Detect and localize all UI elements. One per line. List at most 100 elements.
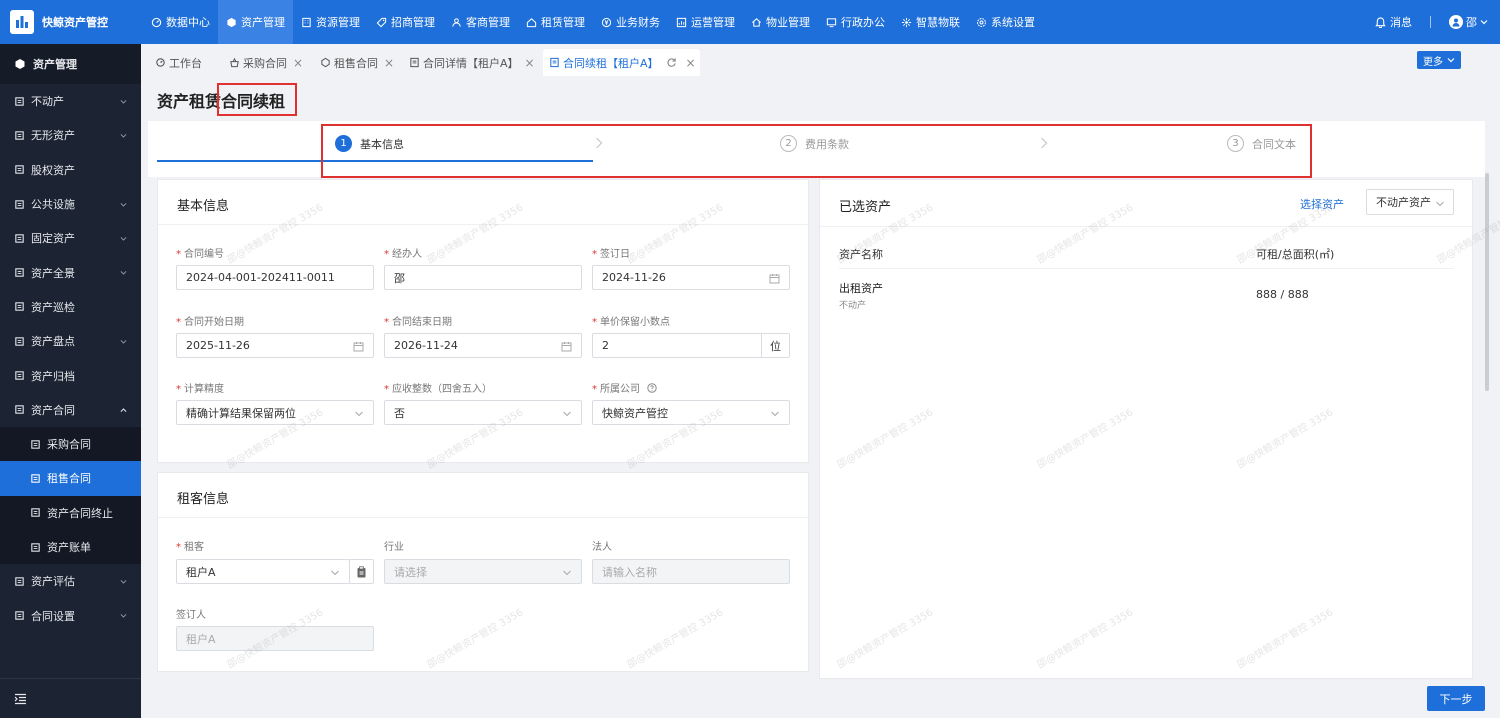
rounding-select[interactable]: 否 xyxy=(384,400,582,425)
nav-item-1[interactable]: 资产管理 xyxy=(218,0,293,44)
nav-item-0[interactable]: 数据中心 xyxy=(143,0,218,44)
messages-link[interactable]: 消息 xyxy=(1390,14,1412,30)
sidebar-item[interactable]: 固定资产 xyxy=(0,221,141,255)
sidebar-item-label: 资产归档 xyxy=(31,369,75,383)
scrollbar[interactable] xyxy=(1485,173,1489,391)
divider xyxy=(1430,16,1431,28)
nav-item-7[interactable]: 运营管理 xyxy=(668,0,743,44)
chevron-down-icon xyxy=(331,570,339,576)
chevron-down-icon xyxy=(1436,201,1444,207)
tab-4[interactable]: 合同续租【租户A】 × xyxy=(543,49,700,76)
tenant-value: 租户A xyxy=(186,565,216,579)
sidebar-item[interactable]: 资产合同终止 xyxy=(0,495,141,530)
sidebar-item[interactable]: 资产归档 xyxy=(0,358,141,392)
sidebar-item[interactable]: 资产合同 xyxy=(0,393,141,427)
nav-item-8[interactable]: 物业管理 xyxy=(743,0,818,44)
tab-icon xyxy=(410,57,419,68)
nav-item-3[interactable]: 招商管理 xyxy=(368,0,443,44)
tenant-label: * 租客 xyxy=(176,542,204,553)
card-title: 已选资产 xyxy=(839,200,892,215)
sidebar-item-label: 租售合同 xyxy=(47,472,91,486)
tab-3[interactable]: 合同详情【租户A】 × xyxy=(403,49,537,76)
tab-1[interactable]: 采购合同 × xyxy=(223,49,310,76)
divider xyxy=(158,517,808,518)
sidebar-item[interactable]: 资产全景 xyxy=(0,255,141,289)
close-icon[interactable]: × xyxy=(686,56,696,70)
decimals-input[interactable]: 2 位 xyxy=(592,333,790,358)
sidebar-item[interactable]: 资产评估 xyxy=(0,564,141,598)
sidebar-item[interactable]: 采购合同 xyxy=(0,426,141,462)
sidebar-item[interactable]: 股权资产 xyxy=(0,153,141,187)
tab-2[interactable]: 租售合同 × xyxy=(314,49,405,76)
handler-value: 邵 xyxy=(394,271,405,285)
sidebar-item[interactable]: 公共设施 xyxy=(0,187,141,221)
sidebar-item[interactable]: 资产巡检 xyxy=(0,290,141,324)
divider xyxy=(839,268,1454,269)
sidebar-item[interactable]: 资产盘点 xyxy=(0,324,141,358)
top-right: 消息 邵 xyxy=(1375,0,1500,44)
sidebar-item-label: 固定资产 xyxy=(31,232,75,246)
sidebar-item-label: 资产账单 xyxy=(47,541,91,554)
top-bar: 快鲸资产管控 数据中心 资产管理 资源管理 招商管理 客商管理 租赁管理 业务财务 运营管理 物… xyxy=(0,0,1500,44)
sub-item-icon xyxy=(31,439,40,449)
chevron-down-icon xyxy=(120,202,127,207)
sidebar-item-label: 无形资产 xyxy=(31,129,75,143)
refresh-icon[interactable] xyxy=(666,57,677,68)
asset-area: 888 / 888 xyxy=(1256,288,1309,301)
end-date-picker[interactable]: 2026-11-24 xyxy=(384,333,582,358)
nav-item-4[interactable]: 客商管理 xyxy=(443,0,518,44)
nav-item-label: 物业管理 xyxy=(766,16,810,29)
chevron-down-icon xyxy=(771,411,779,417)
precision-label: * 计算精度 xyxy=(176,384,224,395)
asset-type-value: 不动产资产 xyxy=(1376,196,1431,209)
contract-no-input[interactable]: 2024-04-001-202411-0011 xyxy=(176,265,374,290)
nav-item-10[interactable]: 智慧物联 xyxy=(893,0,968,44)
home-icon xyxy=(752,17,761,27)
start-date-picker[interactable]: 2025-11-26 xyxy=(176,333,374,358)
logo-icon xyxy=(10,10,34,34)
nav-item-label: 招商管理 xyxy=(391,16,435,29)
close-icon[interactable]: × xyxy=(525,56,535,70)
legal-input[interactable]: 请输入名称 xyxy=(592,559,790,584)
nav-item-11[interactable]: 系统设置 xyxy=(968,0,1043,44)
tenant-copy-button[interactable] xyxy=(349,559,374,584)
user-menu[interactable]: 邵 xyxy=(1449,14,1488,30)
brand[interactable]: 快鲸资产管控 xyxy=(0,0,141,44)
chevron-up-icon xyxy=(120,407,127,412)
next-step-button[interactable]: 下一步 xyxy=(1427,686,1485,711)
more-tabs-button[interactable]: 更多 xyxy=(1417,51,1461,69)
nav-item-5[interactable]: 租赁管理 xyxy=(518,0,593,44)
bell-icon[interactable] xyxy=(1375,16,1386,28)
asset-type-select[interactable]: 不动产资产 xyxy=(1366,189,1454,215)
tab-0[interactable]: 工作台 xyxy=(149,49,221,76)
sub-item-icon xyxy=(31,508,40,517)
sidebar-header: 资产管理 xyxy=(0,44,141,84)
sidebar-item[interactable]: 无形资产 xyxy=(0,118,141,152)
gear-icon xyxy=(977,17,986,27)
nav-item-9[interactable]: 行政办公 xyxy=(818,0,893,44)
industry-select[interactable]: 请选择 xyxy=(384,559,582,584)
top-nav: 数据中心 资产管理 资源管理 招商管理 客商管理 租赁管理 业务财务 运营管理 物业管理 行政办公… xyxy=(143,0,1043,44)
sidebar-item[interactable]: 租售合同 xyxy=(0,461,141,496)
close-icon[interactable]: × xyxy=(293,56,303,70)
nav-item-label: 行政办公 xyxy=(841,16,885,29)
nav-item-2[interactable]: 资源管理 xyxy=(293,0,368,44)
handler-input[interactable]: 邵 xyxy=(384,265,582,290)
sidebar-item[interactable]: 资产账单 xyxy=(0,529,141,565)
tenant-select[interactable]: 租户A xyxy=(176,559,350,584)
sidebar-item-label: 资产合同终止 xyxy=(47,506,113,520)
sign-date-picker[interactable]: 2024-11-26 xyxy=(592,265,790,290)
nav-item-label: 资源管理 xyxy=(316,16,360,29)
close-icon[interactable]: × xyxy=(384,56,394,70)
nav-item-6[interactable]: 业务财务 xyxy=(593,0,668,44)
sidebar-item[interactable]: 合同设置 xyxy=(0,598,141,632)
card-title: 基本信息 xyxy=(177,199,230,214)
decimals-label: * 单价保留小数点 xyxy=(592,317,670,328)
precision-select[interactable]: 精确计算结果保留两位 xyxy=(176,400,374,425)
sidebar-item[interactable]: 不动产 xyxy=(0,84,141,118)
chevron-down-icon xyxy=(120,340,127,344)
rounding-value: 否 xyxy=(394,406,405,420)
collapse-sidebar-button[interactable] xyxy=(0,678,141,718)
tab-icon xyxy=(550,57,559,68)
menu-item-icon xyxy=(15,165,24,174)
